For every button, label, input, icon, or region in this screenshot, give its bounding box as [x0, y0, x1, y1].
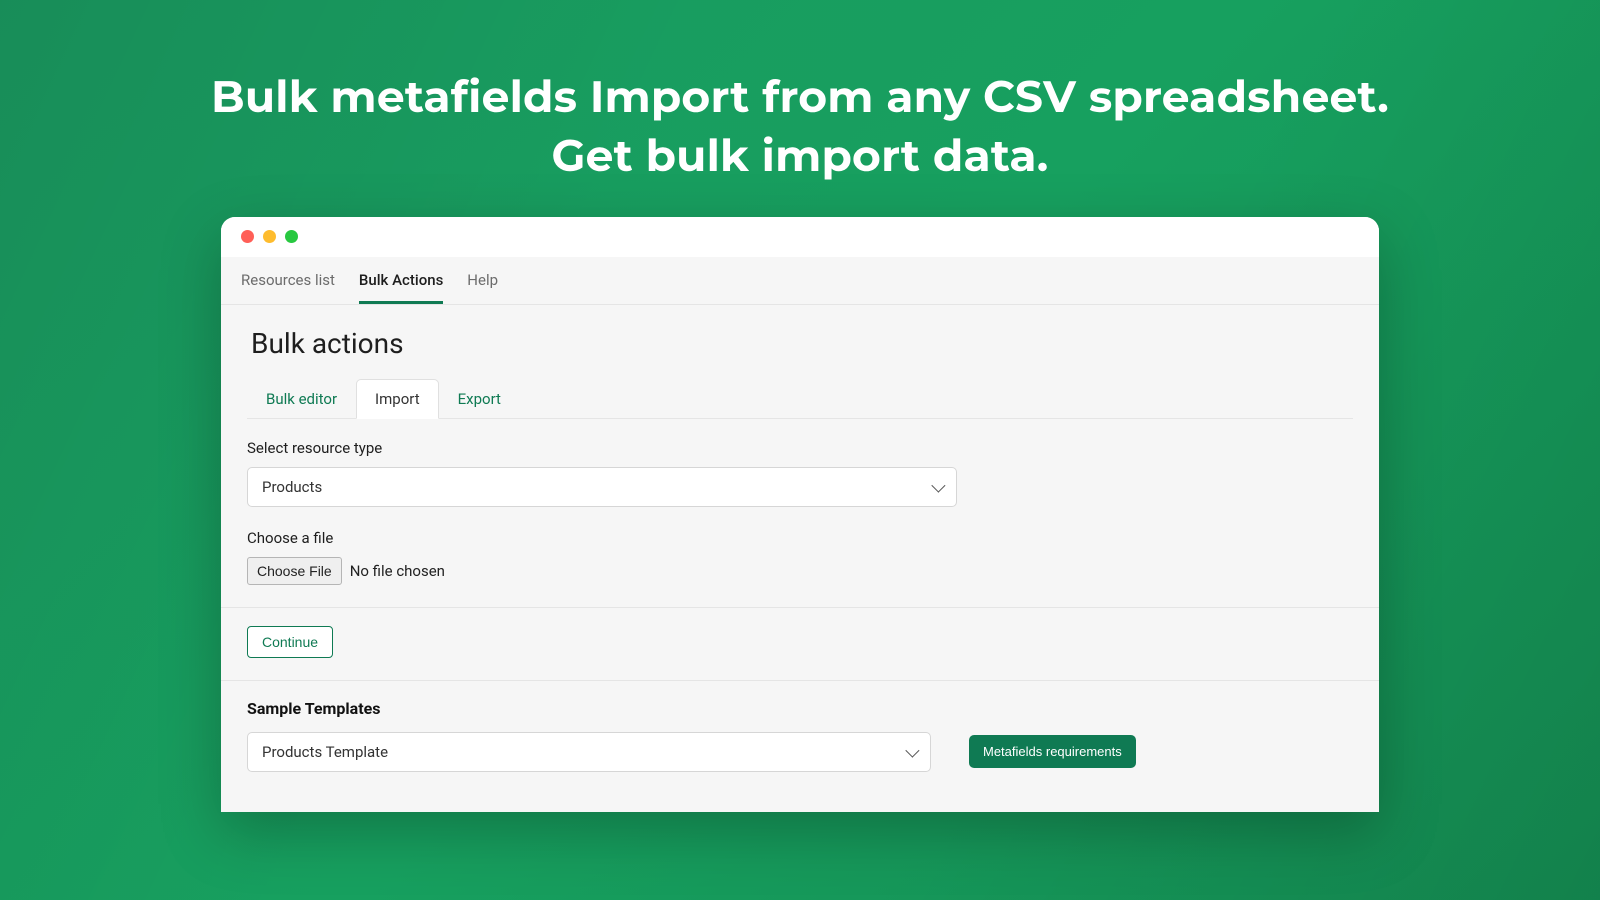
- maximize-dot-icon[interactable]: [285, 230, 298, 243]
- tab-export[interactable]: Export: [439, 379, 520, 419]
- window-titlebar: [221, 217, 1379, 257]
- app-window: Resources list Bulk Actions Help Bulk ac…: [221, 217, 1379, 812]
- file-input-row: Choose File No file chosen: [247, 557, 957, 585]
- page-title: Bulk actions: [247, 327, 1353, 360]
- continue-button[interactable]: Continue: [247, 626, 333, 658]
- template-select-value: Products Template: [262, 743, 388, 761]
- tab-bulk-editor[interactable]: Bulk editor: [247, 379, 356, 419]
- choose-file-label: Choose a file: [247, 529, 957, 547]
- resource-type-select[interactable]: Products: [247, 467, 957, 507]
- subtabs: Bulk editor Import Export: [247, 378, 1353, 419]
- nav-resources-list[interactable]: Resources list: [241, 257, 335, 304]
- templates-row: Products Template Metafields requirement…: [247, 732, 1353, 772]
- divider: [221, 607, 1379, 608]
- resource-type-label: Select resource type: [247, 439, 957, 457]
- sample-templates-heading: Sample Templates: [247, 699, 1353, 718]
- chevron-down-icon: [905, 743, 919, 757]
- file-chosen-status: No file chosen: [350, 562, 445, 580]
- template-select[interactable]: Products Template: [247, 732, 931, 772]
- minimize-dot-icon[interactable]: [263, 230, 276, 243]
- close-dot-icon[interactable]: [241, 230, 254, 243]
- content-area: Bulk actions Bulk editor Import Export S…: [221, 305, 1379, 812]
- choose-file-button[interactable]: Choose File: [247, 557, 342, 585]
- hero-headline: Bulk metafields Import from any CSV spre…: [0, 0, 1600, 187]
- hero-line1: Bulk metafields Import from any CSV spre…: [0, 68, 1600, 127]
- resource-type-value: Products: [262, 478, 322, 496]
- nav-bulk-actions[interactable]: Bulk Actions: [359, 257, 443, 304]
- tab-import[interactable]: Import: [356, 379, 439, 419]
- nav-help[interactable]: Help: [467, 257, 498, 304]
- hero-line2: Get bulk import data.: [0, 127, 1600, 186]
- form-section: Select resource type Products Choose a f…: [247, 439, 957, 585]
- divider: [221, 680, 1379, 681]
- chevron-down-icon: [931, 478, 945, 492]
- metafields-requirements-button[interactable]: Metafields requirements: [969, 735, 1136, 768]
- main-nav: Resources list Bulk Actions Help: [221, 257, 1379, 305]
